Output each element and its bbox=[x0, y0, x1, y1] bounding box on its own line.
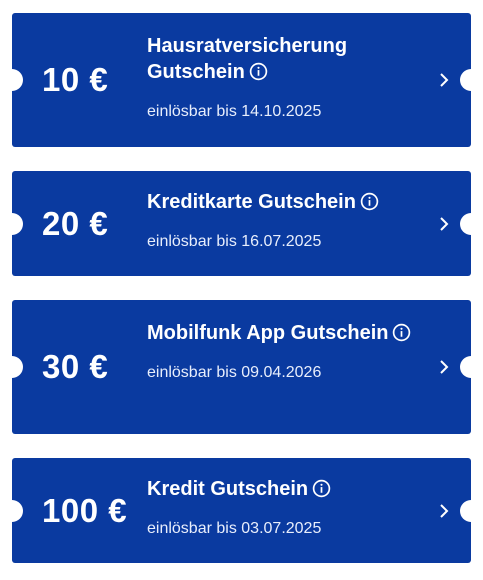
chevron-right-icon bbox=[440, 360, 449, 374]
voucher-title-text: Mobilfunk App Gutschein bbox=[147, 322, 389, 344]
voucher-amount: 20 € bbox=[42, 204, 109, 242]
voucher-title: Kreditkarte Gutschein bbox=[147, 189, 421, 218]
voucher-amount: 10 € bbox=[42, 61, 109, 98]
voucher-list: 10 € Hausratversicherung Gutschein einlö… bbox=[0, 0, 483, 580]
chevron-right-icon bbox=[440, 73, 449, 87]
voucher-title-text: Kreditkarte Gutschein bbox=[147, 191, 356, 213]
voucher-title: Mobilfunk App Gutschein bbox=[147, 320, 421, 349]
voucher-title-text: Hausratversicherung Gutschein bbox=[147, 35, 348, 83]
voucher-card-kredit[interactable]: 100 € Kredit Gutschein einlösbar bis 03.… bbox=[12, 458, 471, 563]
voucher-content: Kreditkarte Gutschein einlösbar bis 16.0… bbox=[147, 189, 421, 252]
voucher-expiry: einlösbar bis 09.04.2026 bbox=[147, 364, 322, 381]
info-icon[interactable] bbox=[249, 62, 268, 88]
voucher-expiry: einlösbar bis 03.07.2025 bbox=[147, 520, 322, 537]
voucher-title-text: Kredit Gutschein bbox=[147, 478, 309, 500]
info-icon[interactable] bbox=[392, 323, 411, 349]
voucher-amount: 30 € bbox=[42, 348, 109, 385]
voucher-content: Mobilfunk App Gutschein einlösbar bis 09… bbox=[147, 320, 421, 383]
voucher-content: Kredit Gutschein einlösbar bis 03.07.202… bbox=[147, 476, 421, 539]
voucher-card-hausratversicherung[interactable]: 10 € Hausratversicherung Gutschein einlö… bbox=[12, 13, 471, 147]
voucher-amount: 100 € bbox=[42, 491, 128, 529]
info-icon[interactable] bbox=[312, 479, 331, 505]
chevron-right-icon bbox=[440, 503, 449, 518]
voucher-content: Hausratversicherung Gutschein einlösbar … bbox=[147, 33, 421, 122]
chevron-right-icon bbox=[440, 216, 449, 231]
voucher-expiry: einlösbar bis 14.10.2025 bbox=[147, 103, 322, 120]
voucher-expiry: einlösbar bis 16.07.2025 bbox=[147, 233, 322, 250]
info-icon[interactable] bbox=[360, 192, 379, 218]
voucher-card-mobilfunk-app[interactable]: 30 € Mobilfunk App Gutschein einlösbar b… bbox=[12, 300, 471, 434]
voucher-title: Hausratversicherung Gutschein bbox=[147, 33, 421, 88]
voucher-title: Kredit Gutschein bbox=[147, 476, 421, 505]
voucher-card-kreditkarte[interactable]: 20 € Kreditkarte Gutschein einlösbar bis… bbox=[12, 171, 471, 276]
